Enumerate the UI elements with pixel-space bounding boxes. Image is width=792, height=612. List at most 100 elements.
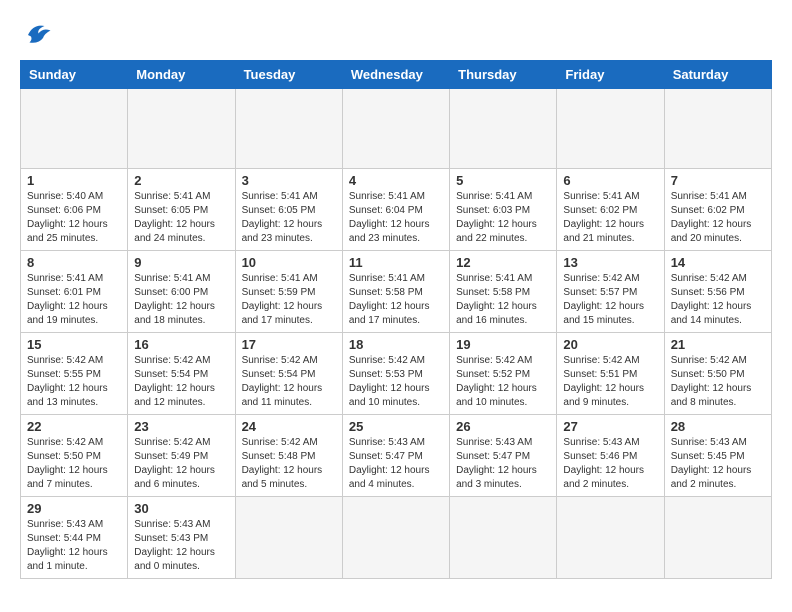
cell-line: and 20 minutes.	[671, 232, 765, 246]
cell-line: Sunset: 6:03 PM	[456, 204, 550, 218]
cell-line: and 19 minutes.	[27, 314, 121, 328]
cell-line: Daylight: 12 hours	[671, 300, 765, 314]
calendar-cell: 2Sunrise: 5:41 AMSunset: 6:05 PMDaylight…	[128, 169, 235, 251]
cell-line: Sunrise: 5:41 AM	[563, 190, 657, 204]
weekday-header: Tuesday	[235, 61, 342, 89]
cell-line: Daylight: 12 hours	[27, 382, 121, 396]
cell-line: Sunset: 5:58 PM	[456, 286, 550, 300]
cell-line: Sunset: 5:51 PM	[563, 368, 657, 382]
day-number: 18	[349, 337, 443, 352]
day-number: 23	[134, 419, 228, 434]
cell-line: and 2 minutes.	[563, 478, 657, 492]
day-number: 3	[242, 173, 336, 188]
day-number: 30	[134, 501, 228, 516]
calendar-cell: 5 Sunrise: 5:41 AMSunset: 6:03 PMDaylight…	[450, 169, 557, 251]
cell-line: and 23 minutes.	[349, 232, 443, 246]
cell-line: Daylight: 12 hours	[456, 218, 550, 232]
cell-line: Sunset: 5:50 PM	[671, 368, 765, 382]
calendar-cell	[664, 497, 771, 579]
cell-line: Daylight: 12 hours	[349, 464, 443, 478]
weekday-header: Friday	[557, 61, 664, 89]
calendar-cell: 12Sunrise: 5:41 AMSunset: 5:58 PMDayligh…	[450, 251, 557, 333]
cell-line: Daylight: 12 hours	[134, 300, 228, 314]
calendar-cell: 11Sunrise: 5:41 AMSunset: 5:58 PMDayligh…	[342, 251, 449, 333]
calendar-cell: 4Sunrise: 5:41 AMSunset: 6:04 PMDaylight…	[342, 169, 449, 251]
cell-line: Daylight: 12 hours	[563, 382, 657, 396]
day-number: 13	[563, 255, 657, 270]
cell-line: Daylight: 12 hours	[27, 300, 121, 314]
calendar-cell	[235, 497, 342, 579]
day-number: 5	[456, 173, 550, 188]
cell-line: Daylight: 12 hours	[134, 218, 228, 232]
cell-line: Sunrise: 5:42 AM	[671, 354, 765, 368]
cell-line: Sunset: 5:43 PM	[134, 532, 228, 546]
day-number: 6	[563, 173, 657, 188]
calendar-cell: 28Sunrise: 5:43 AMSunset: 5:45 PMDayligh…	[664, 415, 771, 497]
calendar-table: SundayMondayTuesdayWednesdayThursdayFrid…	[20, 60, 772, 579]
cell-line: Daylight: 12 hours	[563, 218, 657, 232]
day-number: 25	[349, 419, 443, 434]
calendar-header: SundayMondayTuesdayWednesdayThursdayFrid…	[21, 61, 772, 89]
cell-line: and 10 minutes.	[456, 396, 550, 410]
cell-line: and 25 minutes.	[27, 232, 121, 246]
cell-line: Sunset: 6:04 PM	[349, 204, 443, 218]
cell-line: Sunrise: 5:42 AM	[134, 436, 228, 450]
day-number: 28	[671, 419, 765, 434]
cell-line: Daylight: 12 hours	[563, 300, 657, 314]
calendar-cell	[342, 89, 449, 169]
cell-line: Sunrise: 5:42 AM	[134, 354, 228, 368]
cell-line: Sunset: 5:47 PM	[349, 450, 443, 464]
cell-line: and 13 minutes.	[27, 396, 121, 410]
calendar-week-row	[21, 89, 772, 169]
weekday-header: Thursday	[450, 61, 557, 89]
calendar-cell: 25Sunrise: 5:43 AMSunset: 5:47 PMDayligh…	[342, 415, 449, 497]
cell-line: Sunset: 6:02 PM	[563, 204, 657, 218]
cell-line: and 24 minutes.	[134, 232, 228, 246]
cell-line: and 12 minutes.	[134, 396, 228, 410]
calendar-cell: 8Sunrise: 5:41 AMSunset: 6:01 PMDaylight…	[21, 251, 128, 333]
cell-line: Sunset: 6:05 PM	[242, 204, 336, 218]
cell-line: Sunset: 5:46 PM	[563, 450, 657, 464]
page-header	[20, 20, 772, 50]
cell-line: Daylight: 12 hours	[671, 218, 765, 232]
calendar-cell: 26Sunrise: 5:43 AMSunset: 5:47 PMDayligh…	[450, 415, 557, 497]
calendar-cell: 7Sunrise: 5:41 AMSunset: 6:02 PMDaylight…	[664, 169, 771, 251]
day-number: 26	[456, 419, 550, 434]
day-number: 8	[27, 255, 121, 270]
logo-bird-icon	[22, 20, 52, 50]
cell-line: Sunrise: 5:41 AM	[456, 190, 550, 204]
cell-line: Sunset: 5:57 PM	[563, 286, 657, 300]
calendar-week-row: 22Sunrise: 5:42 AMSunset: 5:50 PMDayligh…	[21, 415, 772, 497]
cell-line: Daylight: 12 hours	[27, 546, 121, 560]
weekday-header: Wednesday	[342, 61, 449, 89]
cell-line: Daylight: 12 hours	[349, 300, 443, 314]
cell-line: Daylight: 12 hours	[349, 218, 443, 232]
cell-line: Sunrise: 5:43 AM	[134, 518, 228, 532]
calendar-week-row: 1Sunrise: 5:40 AMSunset: 6:06 PMDaylight…	[21, 169, 772, 251]
calendar-cell: 19Sunrise: 5:42 AMSunset: 5:52 PMDayligh…	[450, 333, 557, 415]
day-number: 29	[27, 501, 121, 516]
cell-line: Sunset: 5:50 PM	[27, 450, 121, 464]
cell-line: Sunset: 6:06 PM	[27, 204, 121, 218]
day-number: 4	[349, 173, 443, 188]
calendar-cell	[450, 89, 557, 169]
cell-line: Daylight: 12 hours	[134, 546, 228, 560]
calendar-cell: 23Sunrise: 5:42 AMSunset: 5:49 PMDayligh…	[128, 415, 235, 497]
calendar-cell: 17Sunrise: 5:42 AMSunset: 5:54 PMDayligh…	[235, 333, 342, 415]
day-number: 10	[242, 255, 336, 270]
day-number: 20	[563, 337, 657, 352]
cell-line: Sunset: 5:59 PM	[242, 286, 336, 300]
cell-line: Sunset: 5:52 PM	[456, 368, 550, 382]
cell-line: and 3 minutes.	[456, 478, 550, 492]
cell-line: and 1 minute.	[27, 560, 121, 574]
calendar-cell: 15Sunrise: 5:42 AMSunset: 5:55 PMDayligh…	[21, 333, 128, 415]
cell-line: Sunrise: 5:41 AM	[242, 190, 336, 204]
calendar-cell	[21, 89, 128, 169]
cell-line: Sunrise: 5:41 AM	[27, 272, 121, 286]
logo	[20, 20, 52, 50]
day-number: 2	[134, 173, 228, 188]
cell-line: and 14 minutes.	[671, 314, 765, 328]
calendar-cell: 24Sunrise: 5:42 AMSunset: 5:48 PMDayligh…	[235, 415, 342, 497]
weekday-header: Saturday	[664, 61, 771, 89]
cell-line: and 8 minutes.	[671, 396, 765, 410]
